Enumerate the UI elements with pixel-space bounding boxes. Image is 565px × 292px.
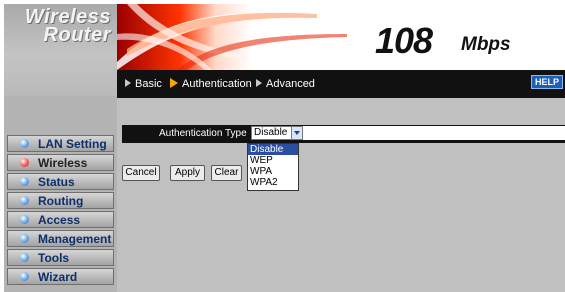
row-fill xyxy=(303,126,565,140)
help-button[interactable]: HELP xyxy=(530,75,563,89)
bullet-icon xyxy=(20,196,29,205)
sidebar-item-label: Management xyxy=(38,232,112,246)
sidebar-item-label: Access xyxy=(38,213,81,227)
sidebar-item-routing[interactable]: Routing xyxy=(7,192,114,209)
bullet-icon xyxy=(20,215,29,224)
authentication-type-label: Authentication Type xyxy=(159,128,247,139)
dropdown-option-wpa2[interactable]: WPA2 xyxy=(248,177,298,188)
triangle-right-icon xyxy=(170,78,178,88)
sidebar-item-tools[interactable]: Tools xyxy=(7,249,114,266)
sidebar-item-label: Wireless xyxy=(38,156,88,170)
bullet-icon xyxy=(20,253,29,262)
sidebar-item-label: Routing xyxy=(38,194,84,208)
tab-basic[interactable]: Basic xyxy=(125,78,162,90)
bullet-icon xyxy=(20,234,29,243)
bullet-icon xyxy=(20,177,29,186)
top-nav: Basic Authentication Advanced HELP xyxy=(117,70,565,98)
authentication-type-select[interactable]: Disable xyxy=(251,126,303,140)
triangle-right-icon xyxy=(125,79,131,87)
logo-line-2: Router xyxy=(43,24,111,46)
tab-label: Advanced xyxy=(266,78,315,90)
apply-button[interactable]: Apply xyxy=(170,165,205,181)
bullet-icon xyxy=(20,139,29,148)
sidebar-item-label: Tools xyxy=(38,251,70,265)
tab-authentication[interactable]: Authentication xyxy=(170,78,252,90)
authentication-type-row: Authentication Type Disable xyxy=(122,125,565,143)
speed-unit: Mbps xyxy=(461,34,511,55)
tab-label: Basic xyxy=(135,78,162,90)
sidebar-item-status[interactable]: Status xyxy=(7,173,114,190)
select-value: Disable xyxy=(254,127,288,138)
tab-advanced[interactable]: Advanced xyxy=(256,78,315,90)
dropdown-option-disable[interactable]: Disable xyxy=(248,144,298,155)
sidebar-item-label: LAN Setting xyxy=(38,137,107,151)
clear-button[interactable]: Clear xyxy=(211,165,242,181)
dropdown-option-wpa[interactable]: WPA xyxy=(248,166,298,177)
header-banner: 108 Mbps xyxy=(117,4,565,70)
main-content: Authentication Type Disable Cancel Apply… xyxy=(117,98,565,292)
sidebar-item-label: Status xyxy=(38,175,75,189)
sidebar-menu: LAN Setting Wireless Status Routing Acce… xyxy=(7,135,114,287)
cancel-button[interactable]: Cancel xyxy=(122,165,160,181)
help-label: HELP xyxy=(534,77,559,87)
bullet-icon xyxy=(20,158,29,167)
product-logo: Wireless Router xyxy=(4,4,117,96)
bullet-icon xyxy=(20,272,29,281)
triangle-right-icon xyxy=(256,79,262,87)
dropdown-option-wep[interactable]: WEP xyxy=(248,155,298,166)
sidebar-item-access[interactable]: Access xyxy=(7,211,114,228)
speed-headline: 108 xyxy=(375,20,433,61)
tab-label: Authentication xyxy=(182,78,252,90)
sidebar-item-management[interactable]: Management xyxy=(7,230,114,247)
sidebar: Wireless Router LAN Setting Wireless Sta… xyxy=(4,4,117,292)
sidebar-item-lan-setting[interactable]: LAN Setting xyxy=(7,135,114,152)
chevron-down-icon[interactable] xyxy=(291,127,302,139)
sidebar-item-wireless[interactable]: Wireless xyxy=(7,154,114,171)
sidebar-item-wizard[interactable]: Wizard xyxy=(7,268,114,285)
authentication-type-dropdown: Disable WEP WPA WPA2 xyxy=(247,143,299,191)
sidebar-item-label: Wizard xyxy=(38,270,78,284)
